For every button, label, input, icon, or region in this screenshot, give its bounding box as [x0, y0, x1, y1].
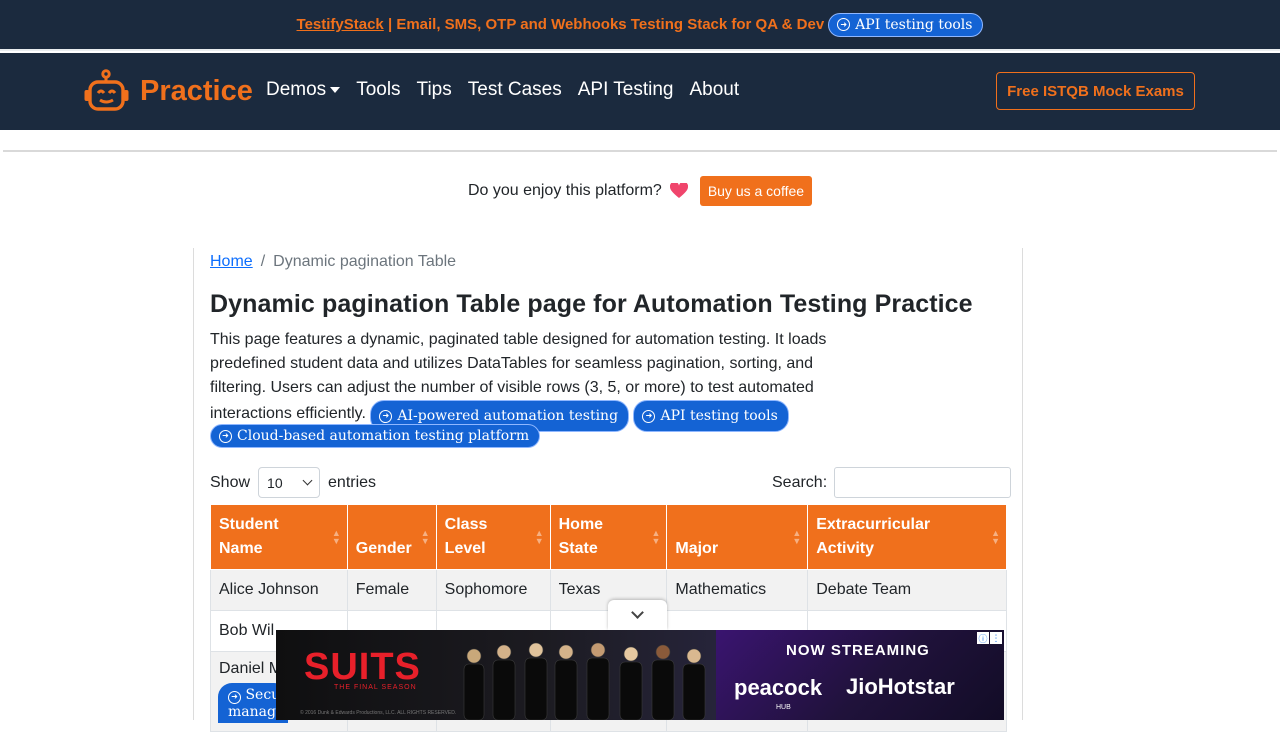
- sort-icon: ▲ ▼: [651, 528, 661, 546]
- header-text: Level: [444, 540, 486, 557]
- pill-label: API testing tools: [855, 16, 973, 33]
- caret-down-icon: [330, 86, 341, 93]
- header-text: Home: [558, 516, 604, 533]
- istqb-mock-exams-button[interactable]: Free ISTQB Mock Exams: [996, 72, 1195, 110]
- header-text: Activity: [816, 540, 875, 557]
- col-major[interactable]: Major ▲ ▼: [666, 504, 809, 570]
- search-label: Search:: [772, 473, 828, 491]
- entries-value: 10: [267, 474, 283, 491]
- col-class-level[interactable]: Class Level ▲ ▼: [435, 504, 551, 570]
- sort-icon: ▲ ▼: [991, 528, 1000, 546]
- ad-hub-label: HUB: [776, 704, 791, 711]
- support-strip: Do you enjoy this platform? Buy us a cof…: [0, 176, 1280, 206]
- nav-links: Demos Tools Tips Test Cases API Testing …: [266, 79, 739, 101]
- header-text: Gender: [355, 540, 412, 557]
- sort-icon: ▲ ▼: [331, 528, 341, 546]
- ad-subtitle: THE FINAL SEASON: [334, 684, 417, 691]
- nav-demos[interactable]: Demos: [266, 79, 341, 101]
- table-cell: Alice Johnson: [210, 569, 348, 611]
- buy-coffee-button[interactable]: Buy us a coffee: [699, 176, 813, 206]
- pill-label: Secu: [245, 687, 281, 703]
- sort-icon: ▲ ▼: [534, 528, 544, 546]
- pill-row: ➜ Cloud-based automation testing platform: [210, 424, 810, 448]
- promo-tagline: | Email, SMS, OTP and Webhooks Testing S…: [383, 16, 825, 33]
- table-cell: Female: [346, 569, 437, 611]
- nav-demos-label: Demos: [266, 79, 327, 100]
- arrow-circle-icon: ➜: [379, 409, 393, 423]
- promo-text: TestifyStack | Email, SMS, OTP and Webho…: [297, 16, 825, 33]
- pill-label: Cloud-based automation testing platform: [237, 428, 530, 444]
- table-header-row: Student Name ▲ ▼ Gender ▲ ▼ Class Level ▲ ▼ Home…: [210, 504, 1007, 570]
- navbar: Practice Demos Tools Tips Test Cases API…: [0, 53, 1280, 130]
- show-label: Show: [210, 473, 251, 491]
- search-control: Search:: [772, 467, 1012, 498]
- header-text: Class: [444, 516, 488, 533]
- header-text: Student: [219, 516, 279, 533]
- breadcrumb-separator: /: [260, 253, 266, 270]
- enjoy-text: Do you enjoy this platform?: [467, 182, 662, 199]
- sort-icon: ▲ ▼: [792, 528, 802, 546]
- col-extracurricular[interactable]: Extracurricular Activity ▲ ▼: [807, 504, 1007, 570]
- page-title: Dynamic pagination Table page for Automa…: [210, 290, 973, 318]
- header-text: Major: [675, 540, 719, 557]
- arrow-circle-icon: ➜: [837, 18, 851, 31]
- nav-tips[interactable]: Tips: [417, 79, 452, 101]
- table-cell: Sophomore: [435, 569, 551, 611]
- table-cell: Debate Team: [807, 569, 1007, 611]
- api-testing-tools-pill[interactable]: ➜ API testing tools: [828, 12, 984, 37]
- divider: [3, 150, 1277, 152]
- breadcrumb-home-link[interactable]: Home: [210, 253, 253, 270]
- brand[interactable]: Practice: [84, 69, 253, 113]
- header-text: Name: [219, 540, 263, 557]
- search-input[interactable]: [834, 467, 1012, 498]
- entries-label: entries: [328, 473, 377, 491]
- nav-test-cases[interactable]: Test Cases: [468, 79, 562, 101]
- robot-logo-icon: [84, 69, 129, 111]
- ad-copyright: © 2016 Dunk & Edwards Productions, LLC. …: [300, 710, 457, 716]
- nav-about[interactable]: About: [690, 79, 740, 101]
- page-description: This page features a dynamic, paginated …: [210, 328, 850, 432]
- arrow-circle-icon: ➜: [642, 409, 656, 423]
- chevron-down-icon: [631, 606, 644, 619]
- ad-peacock-logo: peacock: [734, 675, 823, 700]
- ad-choices[interactable]: ⓘ ⋮: [977, 632, 1002, 644]
- arrow-circle-icon: ➜: [228, 690, 241, 704]
- ad-info-icon[interactable]: ⓘ: [977, 632, 989, 644]
- chevron-down-icon: [302, 475, 313, 486]
- sort-icon: ▲ ▼: [420, 528, 430, 546]
- header-text: Extracurricular: [816, 516, 931, 533]
- page-length-control: Show 10 entries: [210, 467, 376, 498]
- table-cell: Mathematics: [666, 569, 809, 611]
- breadcrumb-current: Dynamic pagination Table: [273, 253, 457, 270]
- ad-title: SUITS: [304, 646, 421, 688]
- breadcrumb: Home / Dynamic pagination Table: [210, 253, 456, 271]
- ad-banner[interactable]: SUITS THE FINAL SEASON © 2016 Dunk & Edw…: [276, 630, 1004, 720]
- col-student-name[interactable]: Student Name ▲ ▼: [210, 504, 348, 570]
- ad-menu-icon[interactable]: ⋮: [990, 632, 1002, 644]
- testifystack-link[interactable]: TestifyStack: [297, 16, 384, 33]
- nav-api-testing[interactable]: API Testing: [578, 79, 674, 101]
- brand-name: Practice: [140, 74, 253, 107]
- ad-collapse-tab[interactable]: [608, 600, 667, 630]
- col-home-state[interactable]: Home State ▲ ▼: [549, 504, 668, 570]
- heart-icon: [669, 183, 688, 198]
- cast-figures-image: [463, 642, 706, 720]
- entries-select[interactable]: 10: [258, 467, 321, 498]
- cloud-testing-pill[interactable]: ➜ Cloud-based automation testing platform: [210, 424, 541, 448]
- header-text: State: [558, 540, 598, 557]
- ad-jiohotstar-logo: JioHotstar: [846, 674, 955, 699]
- nav-tools[interactable]: Tools: [356, 79, 400, 101]
- arrow-circle-icon: ➜: [219, 429, 232, 443]
- col-gender[interactable]: Gender ▲ ▼: [346, 504, 437, 570]
- promo-bar: TestifyStack | Email, SMS, OTP and Webho…: [0, 0, 1280, 51]
- ad-streaming-text: NOW STREAMING: [786, 642, 930, 659]
